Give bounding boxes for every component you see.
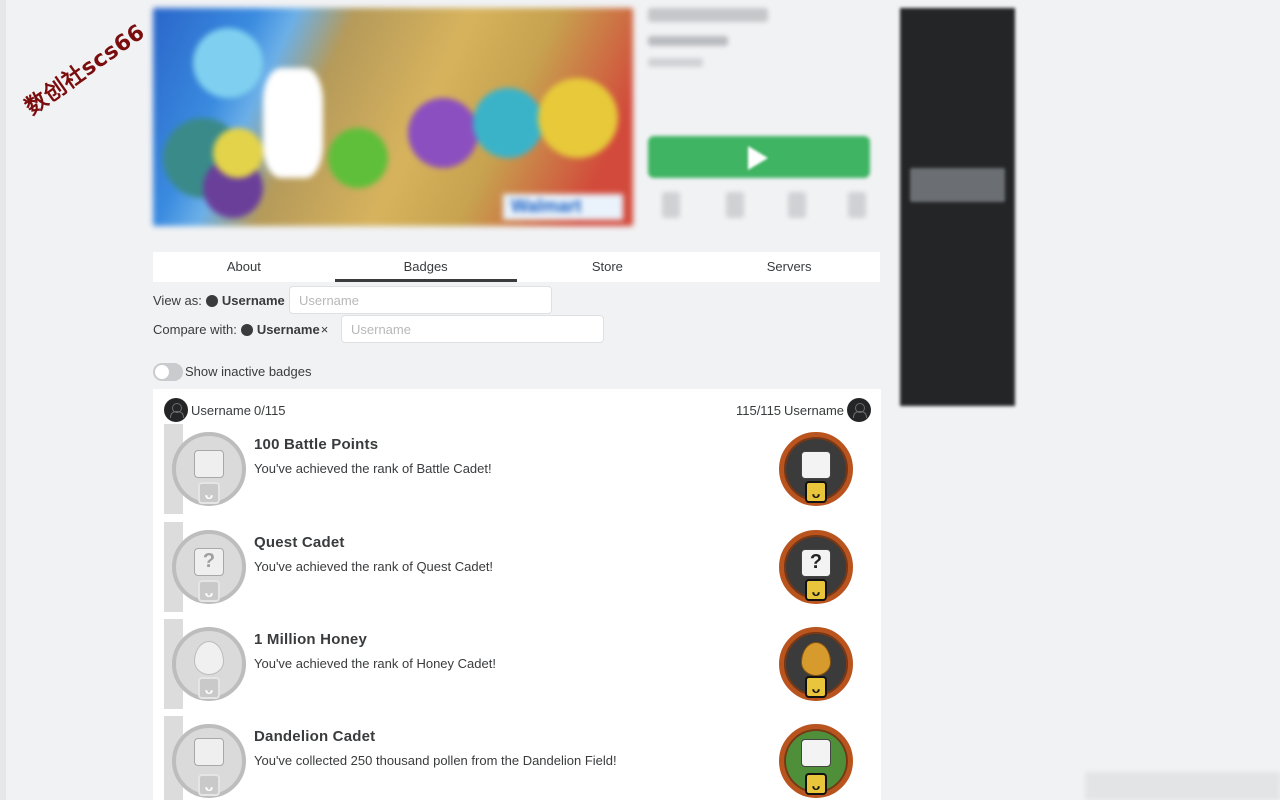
honey-drop-icon: ᴗ	[172, 627, 246, 701]
compare-with-username: Username	[256, 322, 320, 337]
tab-store[interactable]: Store	[517, 252, 699, 282]
badge-row[interactable]: ᴗ 100 Battle Points You've achieved the …	[164, 424, 872, 514]
view-as-input[interactable]	[289, 286, 552, 314]
avatar	[847, 398, 871, 422]
compare-with-row: Compare with: Username ×	[153, 322, 328, 337]
left-rail	[0, 0, 6, 800]
badge-title: 1 Million Honey	[254, 631, 368, 648]
tab-servers[interactable]: Servers	[698, 252, 880, 282]
view-as-username: Username	[221, 293, 285, 308]
badge-description: You've achieved the rank of Honey Cadet!	[254, 656, 496, 671]
badge-title: Dandelion Cadet	[254, 728, 376, 745]
badge-panel: Username 0/115 115/115 Username ᴗ 100 Ba…	[153, 389, 881, 800]
badge-title: Quest Cadet	[254, 534, 345, 551]
badge-title: 100 Battle Points	[254, 436, 379, 453]
sidebar-ad[interactable]	[900, 8, 1015, 406]
badge-description: You've achieved the rank of Battle Cadet…	[254, 461, 492, 476]
left-username: Username	[191, 402, 251, 418]
user-dot-icon	[205, 294, 218, 307]
panda-icon: ᴗ	[779, 432, 853, 506]
inactive-badges-label: Show inactive badges	[185, 364, 312, 379]
dandelion-field-icon: ᴗ	[779, 724, 853, 798]
honey-drop-icon: ᴗ	[779, 627, 853, 701]
view-as-row: View as: Username	[153, 293, 285, 308]
game-thumbnail[interactable]: Walmart	[153, 8, 633, 226]
panda-icon: ᴗ	[172, 432, 246, 506]
right-user-progress: 115/115 Username	[736, 398, 871, 422]
avatar	[164, 398, 188, 422]
badge-description: You've achieved the rank of Quest Cadet!	[254, 559, 494, 574]
tab-about[interactable]: About	[153, 252, 335, 282]
badge-row[interactable]: ᴗ 1 Million Honey You've achieved the ra…	[164, 619, 872, 709]
badge-row[interactable]: ᴗ Dandelion Cadet You've collected 250 t…	[164, 716, 872, 800]
dandelion-field-icon: ᴗ	[172, 724, 246, 798]
view-as-label: View as:	[153, 293, 202, 308]
corner-element	[1085, 772, 1280, 800]
left-badge-count: 0/115	[253, 402, 286, 418]
close-icon[interactable]: ×	[321, 322, 329, 337]
quest-map-icon: ? ᴗ	[779, 530, 853, 604]
right-username: Username	[784, 402, 844, 418]
game-stats-blurred	[648, 186, 872, 226]
left-user-progress: Username 0/115	[164, 398, 286, 422]
inactive-badges-toggle[interactable]	[153, 363, 183, 381]
play-icon	[748, 146, 768, 170]
right-badge-count: 115/115	[735, 402, 782, 418]
walmart-logo: Walmart	[503, 194, 623, 220]
compare-with-input[interactable]	[341, 315, 604, 343]
user-dot-icon	[240, 323, 253, 336]
tab-badges[interactable]: Badges	[334, 252, 517, 282]
quest-map-icon: ? ᴗ	[172, 530, 246, 604]
badge-row[interactable]: ? ᴗ Quest Cadet You've achieved the rank…	[164, 522, 872, 612]
badge-description: You've collected 250 thousand pollen fro…	[254, 753, 617, 768]
watermark: 数创社scs66	[20, 19, 150, 121]
compare-with-label: Compare with:	[153, 322, 237, 337]
game-tabs: About Badges Store Servers	[153, 252, 880, 282]
